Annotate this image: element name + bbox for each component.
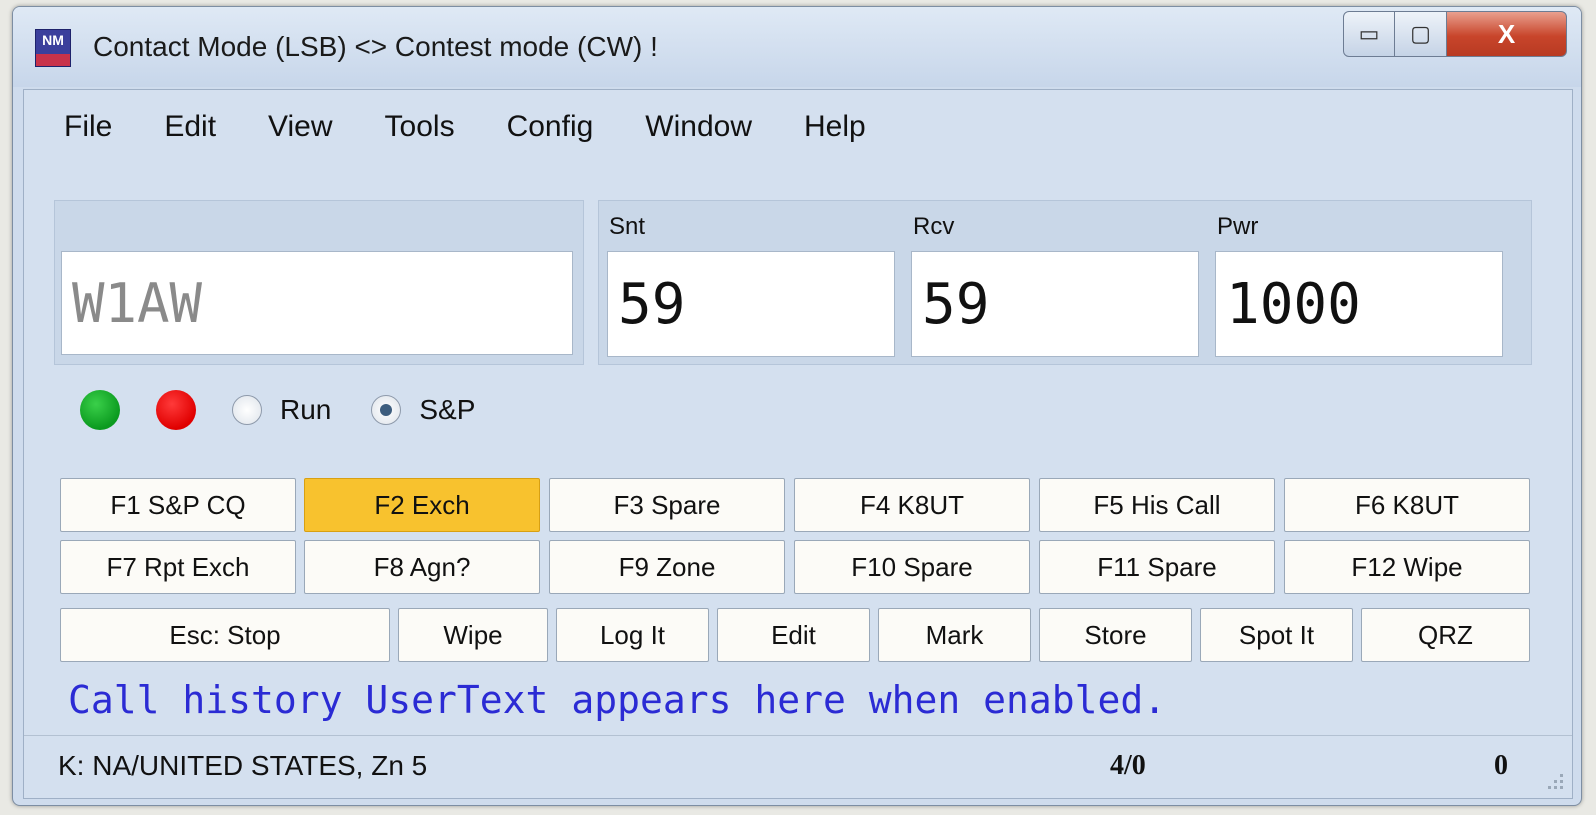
spot-it-button[interactable]: Spot It	[1200, 608, 1353, 662]
status-bar: K: NA/UNITED STATES, Zn 5 4/0 0	[24, 735, 1572, 798]
menu-view[interactable]: View	[268, 110, 332, 144]
rcv-label: Rcv	[913, 213, 955, 240]
close-button[interactable]: X	[1447, 11, 1567, 57]
app-logo-text: NM	[42, 32, 64, 48]
window-title: Contact Mode (LSB) <> Contest mode (CW) …	[93, 31, 658, 62]
f4-button[interactable]: F4 K8UT	[794, 478, 1030, 532]
app-logo-icon[interactable]: NM	[35, 29, 71, 67]
esc-stop-button[interactable]: Esc: Stop	[60, 608, 390, 662]
exchange-panel: Snt Rcv Pwr 59 59 1000	[598, 200, 1532, 365]
menu-config[interactable]: Config	[507, 110, 594, 144]
callsign-input[interactable]: W1AW	[61, 251, 573, 355]
radio-selected-dot	[380, 404, 393, 416]
f2-button[interactable]: F2 Exch	[304, 478, 540, 532]
menu-file[interactable]: File	[64, 110, 112, 144]
rcv-input[interactable]: 59	[911, 251, 1199, 357]
f12-button[interactable]: F12 Wipe	[1284, 540, 1530, 594]
status-right-value: 0	[1494, 750, 1508, 781]
menu-edit[interactable]: Edit	[164, 110, 216, 144]
log-it-button[interactable]: Log It	[556, 608, 709, 662]
sp-radio[interactable]	[371, 395, 402, 425]
title-bar[interactable]: NM Contact Mode (LSB) <> Contest mode (C…	[13, 7, 1581, 87]
f5-button[interactable]: F5 His Call	[1039, 478, 1275, 532]
snt-label: Snt	[609, 213, 646, 240]
close-icon: X	[1497, 18, 1516, 49]
status-count: 4/0	[1110, 750, 1146, 781]
green-led-icon	[80, 390, 120, 430]
menu-bar: File Edit View Tools Config Window Help	[64, 110, 918, 144]
run-radio[interactable]	[232, 395, 262, 425]
store-button[interactable]: Store	[1039, 608, 1192, 662]
window-controls: ▭ ▢ X	[1343, 11, 1567, 57]
minimize-button[interactable]: ▭	[1343, 11, 1395, 57]
maximize-button[interactable]: ▢	[1395, 11, 1447, 57]
pwr-input[interactable]: 1000	[1215, 251, 1503, 357]
mark-button[interactable]: Mark	[878, 608, 1031, 662]
status-country: K: NA/UNITED STATES, Zn 5	[58, 750, 428, 781]
qrz-button[interactable]: QRZ	[1361, 608, 1530, 662]
f7-button[interactable]: F7 Rpt Exch	[60, 540, 296, 594]
callsign-panel: W1AW	[54, 200, 584, 365]
main-panel: File Edit View Tools Config Window Help …	[23, 89, 1573, 799]
sp-label[interactable]: S&P	[419, 394, 475, 426]
menu-help[interactable]: Help	[804, 110, 866, 144]
f9-button[interactable]: F9 Zone	[549, 540, 785, 594]
wipe-button[interactable]: Wipe	[398, 608, 548, 662]
f11-button[interactable]: F11 Spare	[1039, 540, 1275, 594]
red-led-icon	[156, 390, 196, 430]
call-history-text: Call history UserText appears here when …	[68, 678, 1167, 722]
f8-button[interactable]: F8 Agn?	[304, 540, 540, 594]
edit-button[interactable]: Edit	[717, 608, 870, 662]
f6-button[interactable]: F6 K8UT	[1284, 478, 1530, 532]
status-row: Run S&P	[80, 390, 515, 430]
f10-button[interactable]: F10 Spare	[794, 540, 1030, 594]
pwr-label: Pwr	[1217, 213, 1259, 240]
menu-tools[interactable]: Tools	[385, 110, 455, 144]
minimize-icon: ▭	[1358, 21, 1380, 46]
maximize-icon: ▢	[1410, 21, 1431, 46]
run-label[interactable]: Run	[280, 394, 331, 426]
app-window: NM Contact Mode (LSB) <> Contest mode (C…	[12, 6, 1582, 806]
app-logo-stripe	[36, 54, 70, 66]
resize-grip-icon[interactable]	[1542, 768, 1566, 792]
menu-window[interactable]: Window	[645, 110, 752, 144]
f1-button[interactable]: F1 S&P CQ	[60, 478, 296, 532]
f3-button[interactable]: F3 Spare	[549, 478, 785, 532]
snt-input[interactable]: 59	[607, 251, 895, 357]
